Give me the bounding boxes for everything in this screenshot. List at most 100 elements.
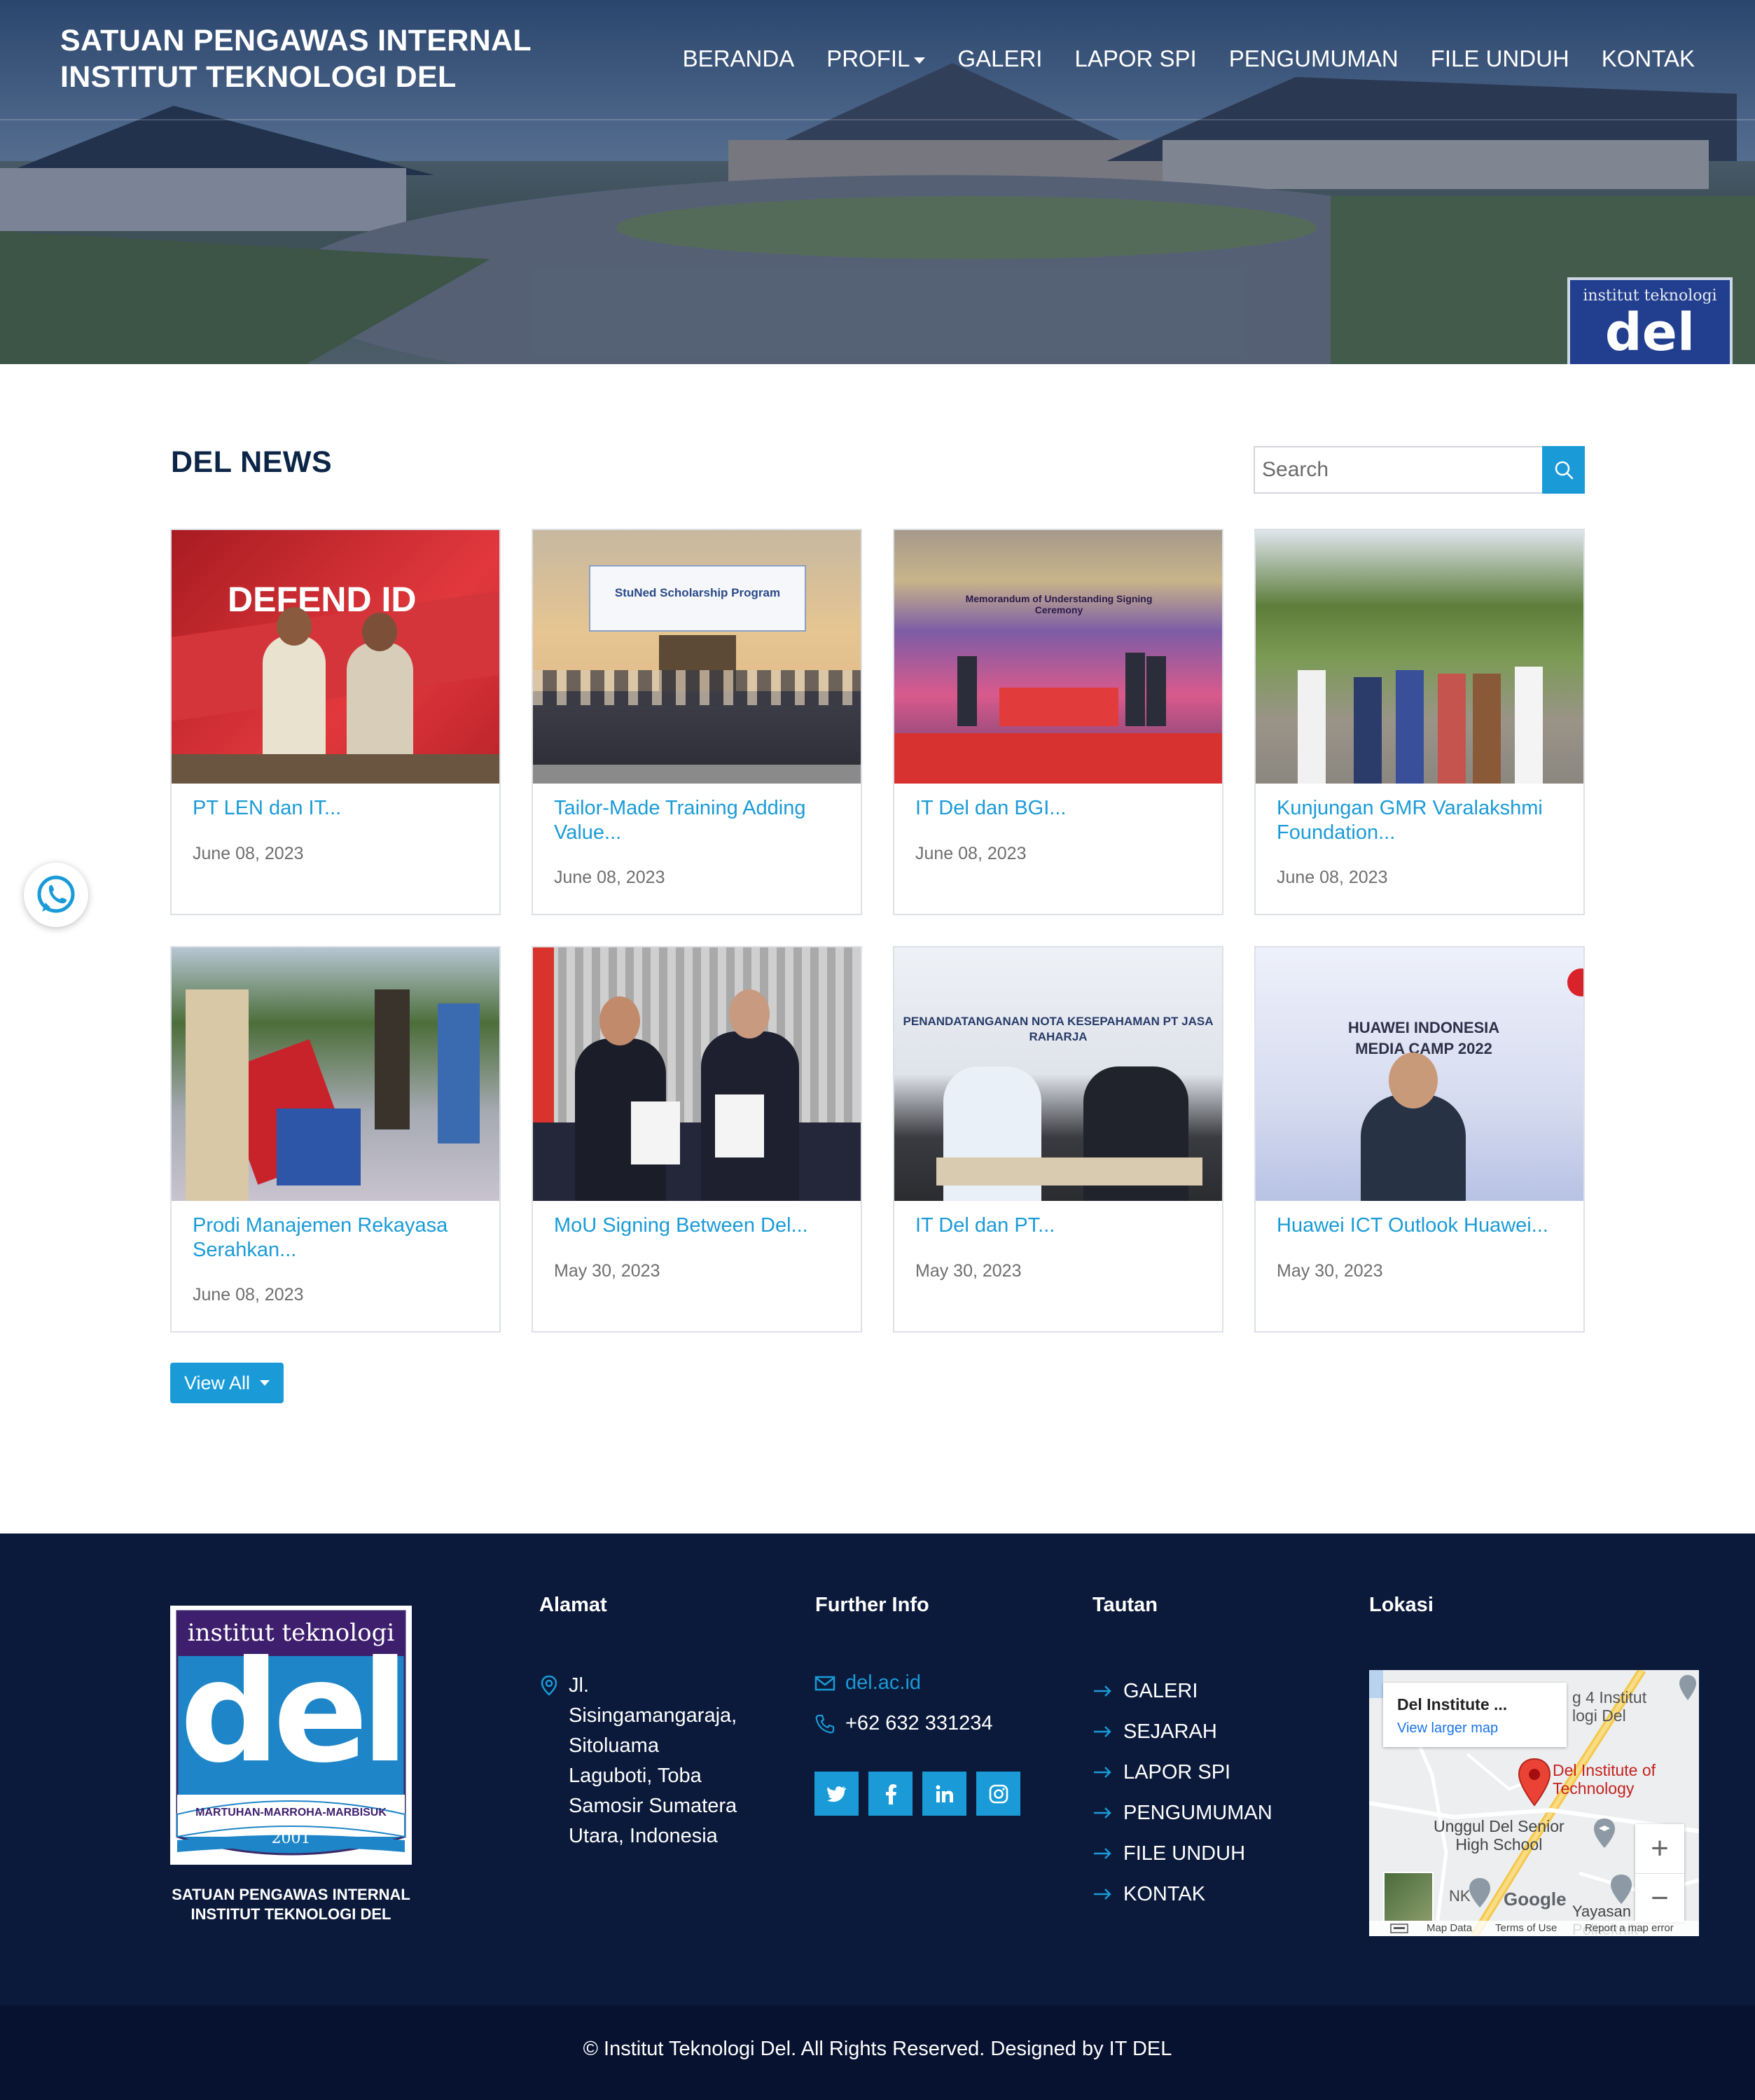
report-map-error-link[interactable]: Report a map error bbox=[1585, 1922, 1674, 1934]
news-date: June 08, 2023 bbox=[915, 844, 1027, 863]
news-title[interactable]: IT Del dan BGI... bbox=[915, 796, 1202, 821]
search-input[interactable] bbox=[1254, 446, 1542, 494]
news-card[interactable]: HUAWEI INDONESIA MEDIA CAMP 2022 Huawei … bbox=[1254, 946, 1585, 1333]
chevron-down-icon bbox=[914, 57, 926, 64]
nav-file-unduh[interactable]: FILE UNDUH bbox=[1431, 43, 1569, 74]
footer-link-sejarah[interactable]: SEJARAH bbox=[1092, 1711, 1272, 1752]
arrow-right-icon bbox=[1094, 1889, 1111, 1900]
twitter-button[interactable] bbox=[814, 1772, 859, 1816]
news-card[interactable]: Kunjungan GMR Varalakshmi Foundation... … bbox=[1254, 529, 1585, 915]
address-line: Sisingamangaraja, bbox=[569, 1704, 737, 1727]
footer-link-label: GALERI bbox=[1123, 1679, 1198, 1702]
footer-link-label: PENGUMUMAN bbox=[1123, 1801, 1272, 1824]
mail-icon bbox=[814, 1676, 835, 1690]
news-image[interactable]: PENANDATANGANAN NOTA KESEPAHAMAN PT JASA… bbox=[894, 947, 1222, 1201]
image-text: PENANDATANGANAN NOTA KESEPAHAMAN PT JASA… bbox=[903, 1015, 1214, 1043]
phone-link[interactable]: +62 632 331234 bbox=[814, 1712, 992, 1735]
nav-lapor-spi[interactable]: LAPOR SPI bbox=[1074, 43, 1196, 74]
arrow-right-icon bbox=[1094, 1726, 1111, 1737]
image-text: HUAWEI INDONESIA MEDIA CAMP 2022 bbox=[1347, 1019, 1500, 1057]
arrow-right-icon bbox=[1094, 1848, 1111, 1859]
news-date: June 08, 2023 bbox=[193, 844, 304, 863]
news-title[interactable]: MoU Signing Between Del... bbox=[554, 1214, 841, 1238]
facebook-button[interactable] bbox=[868, 1772, 913, 1816]
map-school-label: Unggul Del Senior High School bbox=[1434, 1817, 1565, 1854]
footer-link-kontak[interactable]: KONTAK bbox=[1092, 1874, 1272, 1914]
news-heading: DEL NEWS bbox=[171, 445, 333, 479]
search-button[interactable] bbox=[1542, 446, 1585, 494]
view-all-label: View All bbox=[183, 1372, 251, 1393]
map-info-card: Del Institute ... View larger map bbox=[1383, 1683, 1567, 1747]
footer-link-label: KONTAK bbox=[1123, 1882, 1206, 1905]
nav-profil[interactable]: PROFIL bbox=[826, 43, 926, 74]
nav-kontak[interactable]: KONTAK bbox=[1602, 43, 1695, 74]
news-card[interactable]: StuNed Scholarship Program Tailor-Made T… bbox=[532, 529, 862, 915]
instagram-icon bbox=[989, 1784, 1008, 1803]
view-larger-map-link[interactable]: View larger map bbox=[1397, 1720, 1498, 1737]
phone-icon bbox=[815, 1714, 835, 1733]
news-card[interactable]: DEFEND ID PT LEN dan IT... June 08, 2023 bbox=[170, 529, 501, 915]
terms-link[interactable]: Terms of Use bbox=[1495, 1922, 1557, 1934]
lokasi-heading: Lokasi bbox=[1369, 1594, 1434, 1616]
map-place-name: Del Institute ... bbox=[1397, 1695, 1508, 1713]
google-logo: Google bbox=[1504, 1889, 1567, 1910]
news-title[interactable]: Kunjungan GMR Varalakshmi Foundation... bbox=[1277, 796, 1564, 845]
news-card[interactable]: Prodi Manajemen Rekayasa Serahkan... Jun… bbox=[170, 946, 501, 1333]
news-image[interactable]: Memorandum of Understanding Signing Cere… bbox=[894, 530, 1222, 784]
footer-caption-line-2: INSTITUT TEKNOLOGI DEL bbox=[190, 1905, 391, 1923]
linkedin-button[interactable] bbox=[922, 1772, 966, 1816]
news-image[interactable]: StuNed Scholarship Program bbox=[533, 530, 861, 784]
whatsapp-button[interactable] bbox=[24, 863, 88, 927]
news-card[interactable]: MoU Signing Between Del... May 30, 2023 bbox=[532, 946, 862, 1333]
website-text: del.ac.id bbox=[845, 1671, 922, 1694]
news-title[interactable]: PT LEN dan IT... bbox=[193, 796, 480, 821]
news-image[interactable]: HUAWEI INDONESIA MEDIA CAMP 2022 bbox=[1256, 947, 1583, 1201]
instagram-button[interactable] bbox=[976, 1772, 1020, 1816]
news-title[interactable]: Tailor-Made Training Adding Value... bbox=[554, 796, 841, 845]
map-marker-icon bbox=[1679, 1675, 1696, 1700]
map-marker-icon bbox=[1611, 1875, 1632, 1904]
search-icon bbox=[1555, 461, 1573, 480]
website-link[interactable]: del.ac.id bbox=[814, 1671, 921, 1695]
news-image[interactable]: DEFEND ID bbox=[172, 530, 499, 784]
news-card[interactable]: Memorandum of Understanding Signing Cere… bbox=[893, 529, 1223, 915]
copyright: © Institut Teknologi Del. All Rights Res… bbox=[583, 2038, 1172, 2060]
news-image[interactable] bbox=[533, 947, 861, 1201]
news-date: June 08, 2023 bbox=[1277, 868, 1388, 887]
news-title[interactable]: Huawei ICT Outlook Huawei... bbox=[1277, 1214, 1564, 1238]
image-text: DEFEND ID bbox=[228, 580, 417, 619]
nav-divider bbox=[0, 119, 1755, 120]
nav-pengumuman[interactable]: PENGUMUMAN bbox=[1229, 43, 1399, 74]
logo-year: 2001 bbox=[271, 1830, 311, 1847]
nav-beranda[interactable]: BERANDA bbox=[683, 43, 795, 74]
news-card[interactable]: PENANDATANGANAN NOTA KESEPAHAMAN PT JASA… bbox=[893, 946, 1223, 1333]
address-block: Jl. Sisingamangaraja, Sitoluama Laguboti… bbox=[539, 1671, 737, 1851]
footer-link-galeri[interactable]: GALERI bbox=[1092, 1671, 1272, 1711]
news-image[interactable] bbox=[1256, 530, 1583, 784]
twitter-icon bbox=[826, 1786, 846, 1802]
map-attribution-bar: Map Data Terms of Use Report a map error bbox=[1369, 1921, 1699, 1936]
view-all-button[interactable]: View All bbox=[170, 1363, 284, 1403]
location-map[interactable]: Del Institute ... View larger map g 4 In… bbox=[1369, 1670, 1699, 1936]
satellite-toggle[interactable] bbox=[1383, 1872, 1434, 1922]
keyboard-icon bbox=[1390, 1924, 1408, 1933]
address-line: Laguboti, Toba bbox=[569, 1765, 702, 1787]
news-date: June 08, 2023 bbox=[193, 1285, 304, 1305]
map-data-link[interactable]: Map Data bbox=[1427, 1922, 1472, 1934]
facebook-icon bbox=[885, 1783, 896, 1805]
map-marker-icon bbox=[1469, 1878, 1490, 1907]
nav-profil-label: PROFIL bbox=[826, 46, 910, 71]
footer-link-file-unduh[interactable]: FILE UNDUH bbox=[1092, 1833, 1272, 1874]
nav-galeri[interactable]: GALERI bbox=[957, 43, 1042, 74]
linkedin-icon bbox=[936, 1785, 953, 1802]
news-title[interactable]: Prodi Manajemen Rekayasa Serahkan... bbox=[193, 1214, 480, 1263]
news-title[interactable]: IT Del dan PT... bbox=[915, 1214, 1202, 1238]
footer-link-lapor-spi[interactable]: LAPOR SPI bbox=[1092, 1752, 1272, 1793]
address-line: Samosir Sumatera bbox=[569, 1795, 737, 1817]
site-brand[interactable]: SATUAN PENGAWAS INTERNAL INSTITUT TEKNOL… bbox=[60, 22, 532, 95]
news-image[interactable] bbox=[172, 947, 499, 1201]
footer-link-pengumuman[interactable]: PENGUMUMAN bbox=[1092, 1793, 1272, 1833]
campus-sign: institut teknologi del bbox=[1567, 277, 1733, 364]
location-pin-icon bbox=[1518, 1758, 1551, 1807]
zoom-in-button[interactable]: + bbox=[1635, 1824, 1684, 1873]
